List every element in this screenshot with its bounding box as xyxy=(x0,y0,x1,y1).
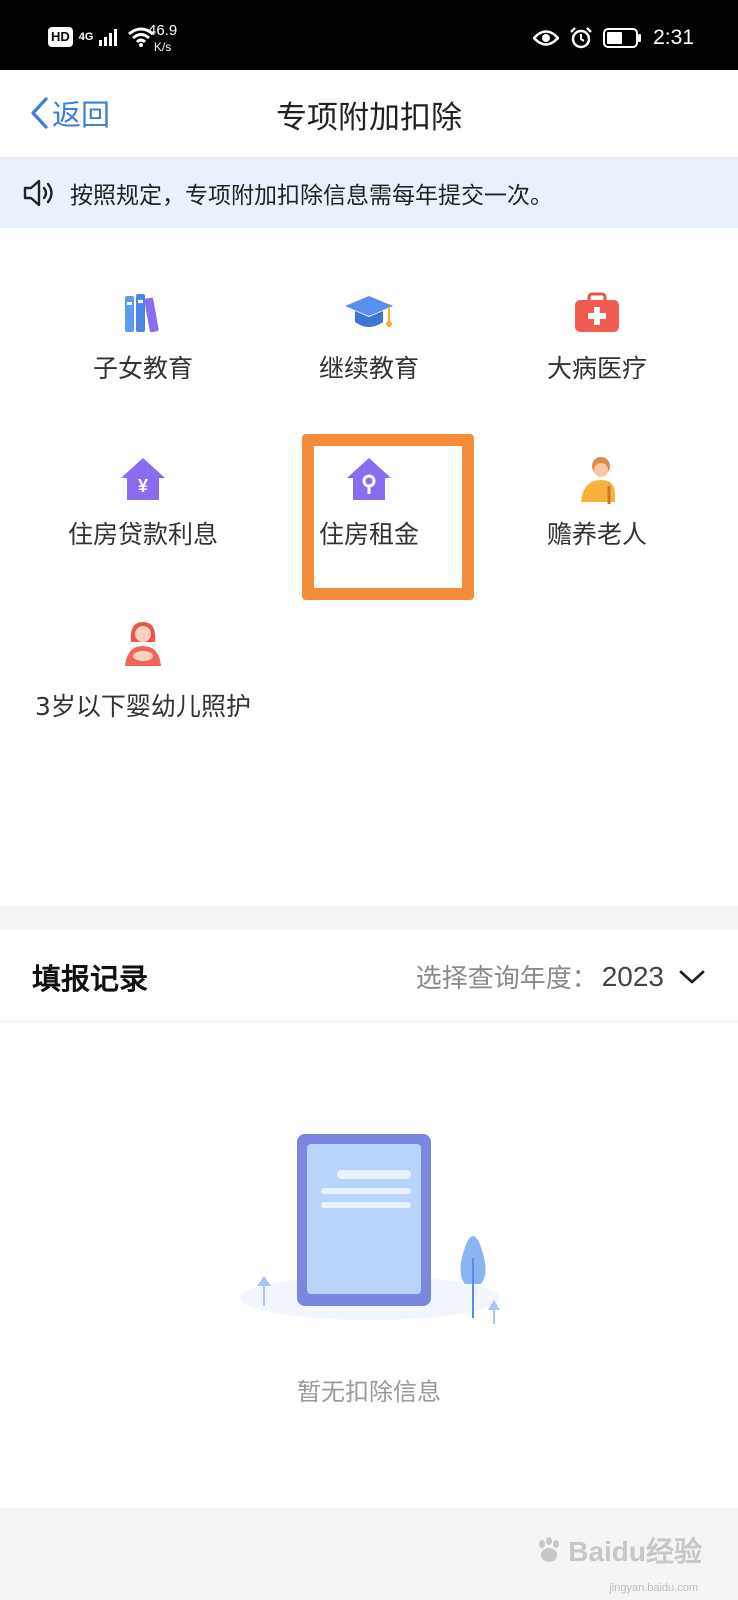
network-type: 4G xyxy=(78,30,94,43)
status-bar: HD 4G 46.9 K/s 2:31 xyxy=(0,0,738,70)
watermark-brand: Baidu经验 xyxy=(568,1536,702,1567)
records-list: 暂无扣除信息 xyxy=(0,1022,738,1508)
graduation-cap-icon xyxy=(345,296,393,327)
category-label: 继续教育 xyxy=(318,354,419,383)
notice-bar: 按照规定，专项附加扣除信息需每年提交一次。 xyxy=(0,158,738,228)
books-icon xyxy=(125,294,159,333)
hd-badge: HD xyxy=(48,27,73,47)
notice-text: 按照规定，专项附加扣除信息需每年提交一次。 xyxy=(70,183,553,209)
speaker-icon xyxy=(23,179,53,207)
page-title: 专项附加扣除 xyxy=(276,100,462,136)
signal-icon xyxy=(99,29,118,46)
elderly-icon xyxy=(581,457,615,504)
empty-state-text: 暂无扣除信息 xyxy=(297,1378,441,1406)
records-title: 填报记录 xyxy=(32,962,149,996)
category-label: 3岁以下婴幼儿照护 xyxy=(35,692,251,721)
category-continuing-education[interactable]: 继续教育 xyxy=(246,288,492,388)
category-children-education[interactable]: 子女教育 xyxy=(20,288,266,388)
speed-unit: K/s xyxy=(153,40,172,54)
category-label: 赡养老人 xyxy=(546,520,647,549)
clock: 2:31 xyxy=(653,26,694,49)
nav-header: 返回 专项附加扣除 xyxy=(0,70,738,158)
baidu-watermark: Baidu经验 xyxy=(534,1530,702,1570)
category-label: 大病医疗 xyxy=(546,354,647,383)
records-header: 填报记录 选择查询年度： 2023 xyxy=(0,930,738,1022)
category-label: 子女教育 xyxy=(92,354,193,383)
status-left: HD 4G xyxy=(48,26,155,48)
category-label: 住房贷款利息 xyxy=(67,520,218,549)
year-selector-value: 2023 xyxy=(601,960,664,992)
category-serious-illness[interactable]: 大病医疗 xyxy=(474,288,720,388)
eye-icon xyxy=(533,30,560,46)
watermark-url: jingyan.baidu.com xyxy=(609,1582,698,1594)
battery-icon xyxy=(603,28,642,48)
status-right: 2:31 xyxy=(533,26,694,50)
deduction-categories: 子女教育 继续教育 大病医疗 ¥ 住房贷款利息 住房租金 赡养老人 3岁以下婴幼… xyxy=(0,228,738,906)
network-speed: 46.9 K/s xyxy=(148,22,177,56)
alarm-icon xyxy=(570,27,593,49)
year-selector[interactable]: 选择查询年度： 2023 xyxy=(416,958,706,995)
highlight-box xyxy=(302,434,474,600)
medical-kit-icon xyxy=(575,292,619,332)
house-loan-icon: ¥ xyxy=(121,458,165,500)
category-housing-loan-interest[interactable]: ¥ 住房贷款利息 xyxy=(20,454,266,554)
speed-value: 46.9 xyxy=(148,22,178,39)
svg-text:¥: ¥ xyxy=(138,476,148,496)
mother-baby-icon xyxy=(125,622,161,666)
category-elderly-support[interactable]: 赡养老人 xyxy=(474,454,720,554)
category-infant-care[interactable]: 3岁以下婴幼儿照护 xyxy=(20,618,266,734)
empty-document-illustration xyxy=(240,1134,500,1324)
chevron-down-icon xyxy=(679,970,705,983)
year-selector-label: 选择查询年度： xyxy=(415,964,598,994)
paw-icon xyxy=(539,1537,560,1562)
